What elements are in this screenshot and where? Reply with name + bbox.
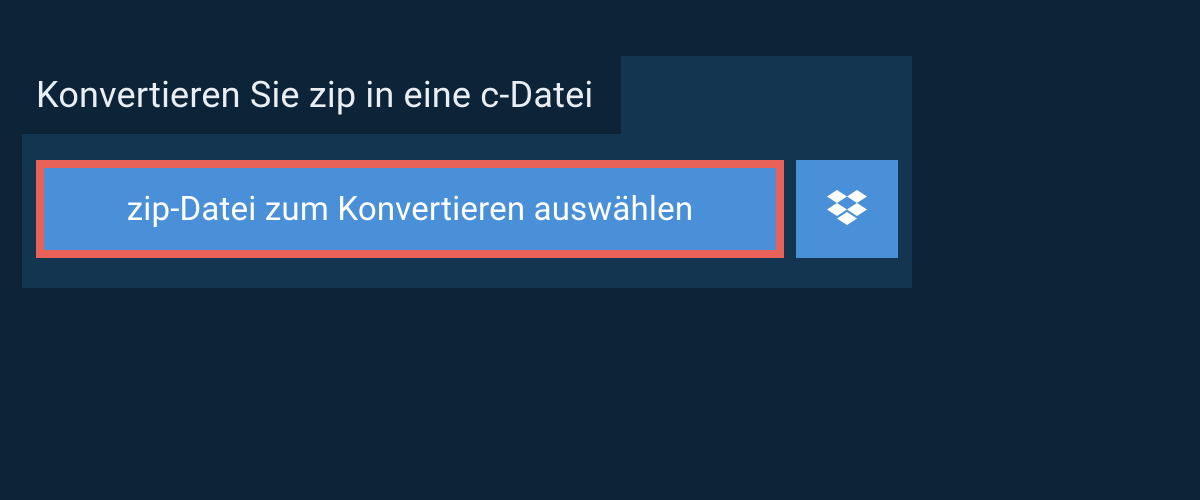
select-file-label: zip-Datei zum Konvertieren auswählen xyxy=(127,190,694,229)
dropbox-icon xyxy=(827,190,867,228)
converter-panel: Konvertieren Sie zip in eine c-Datei zip… xyxy=(22,56,912,288)
upload-button-row: zip-Datei zum Konvertieren auswählen xyxy=(22,134,912,288)
page-title: Konvertieren Sie zip in eine c-Datei xyxy=(36,74,593,116)
select-file-button[interactable]: zip-Datei zum Konvertieren auswählen xyxy=(36,160,784,258)
dropbox-button[interactable] xyxy=(796,160,898,258)
heading-wrapper: Konvertieren Sie zip in eine c-Datei xyxy=(22,56,621,134)
